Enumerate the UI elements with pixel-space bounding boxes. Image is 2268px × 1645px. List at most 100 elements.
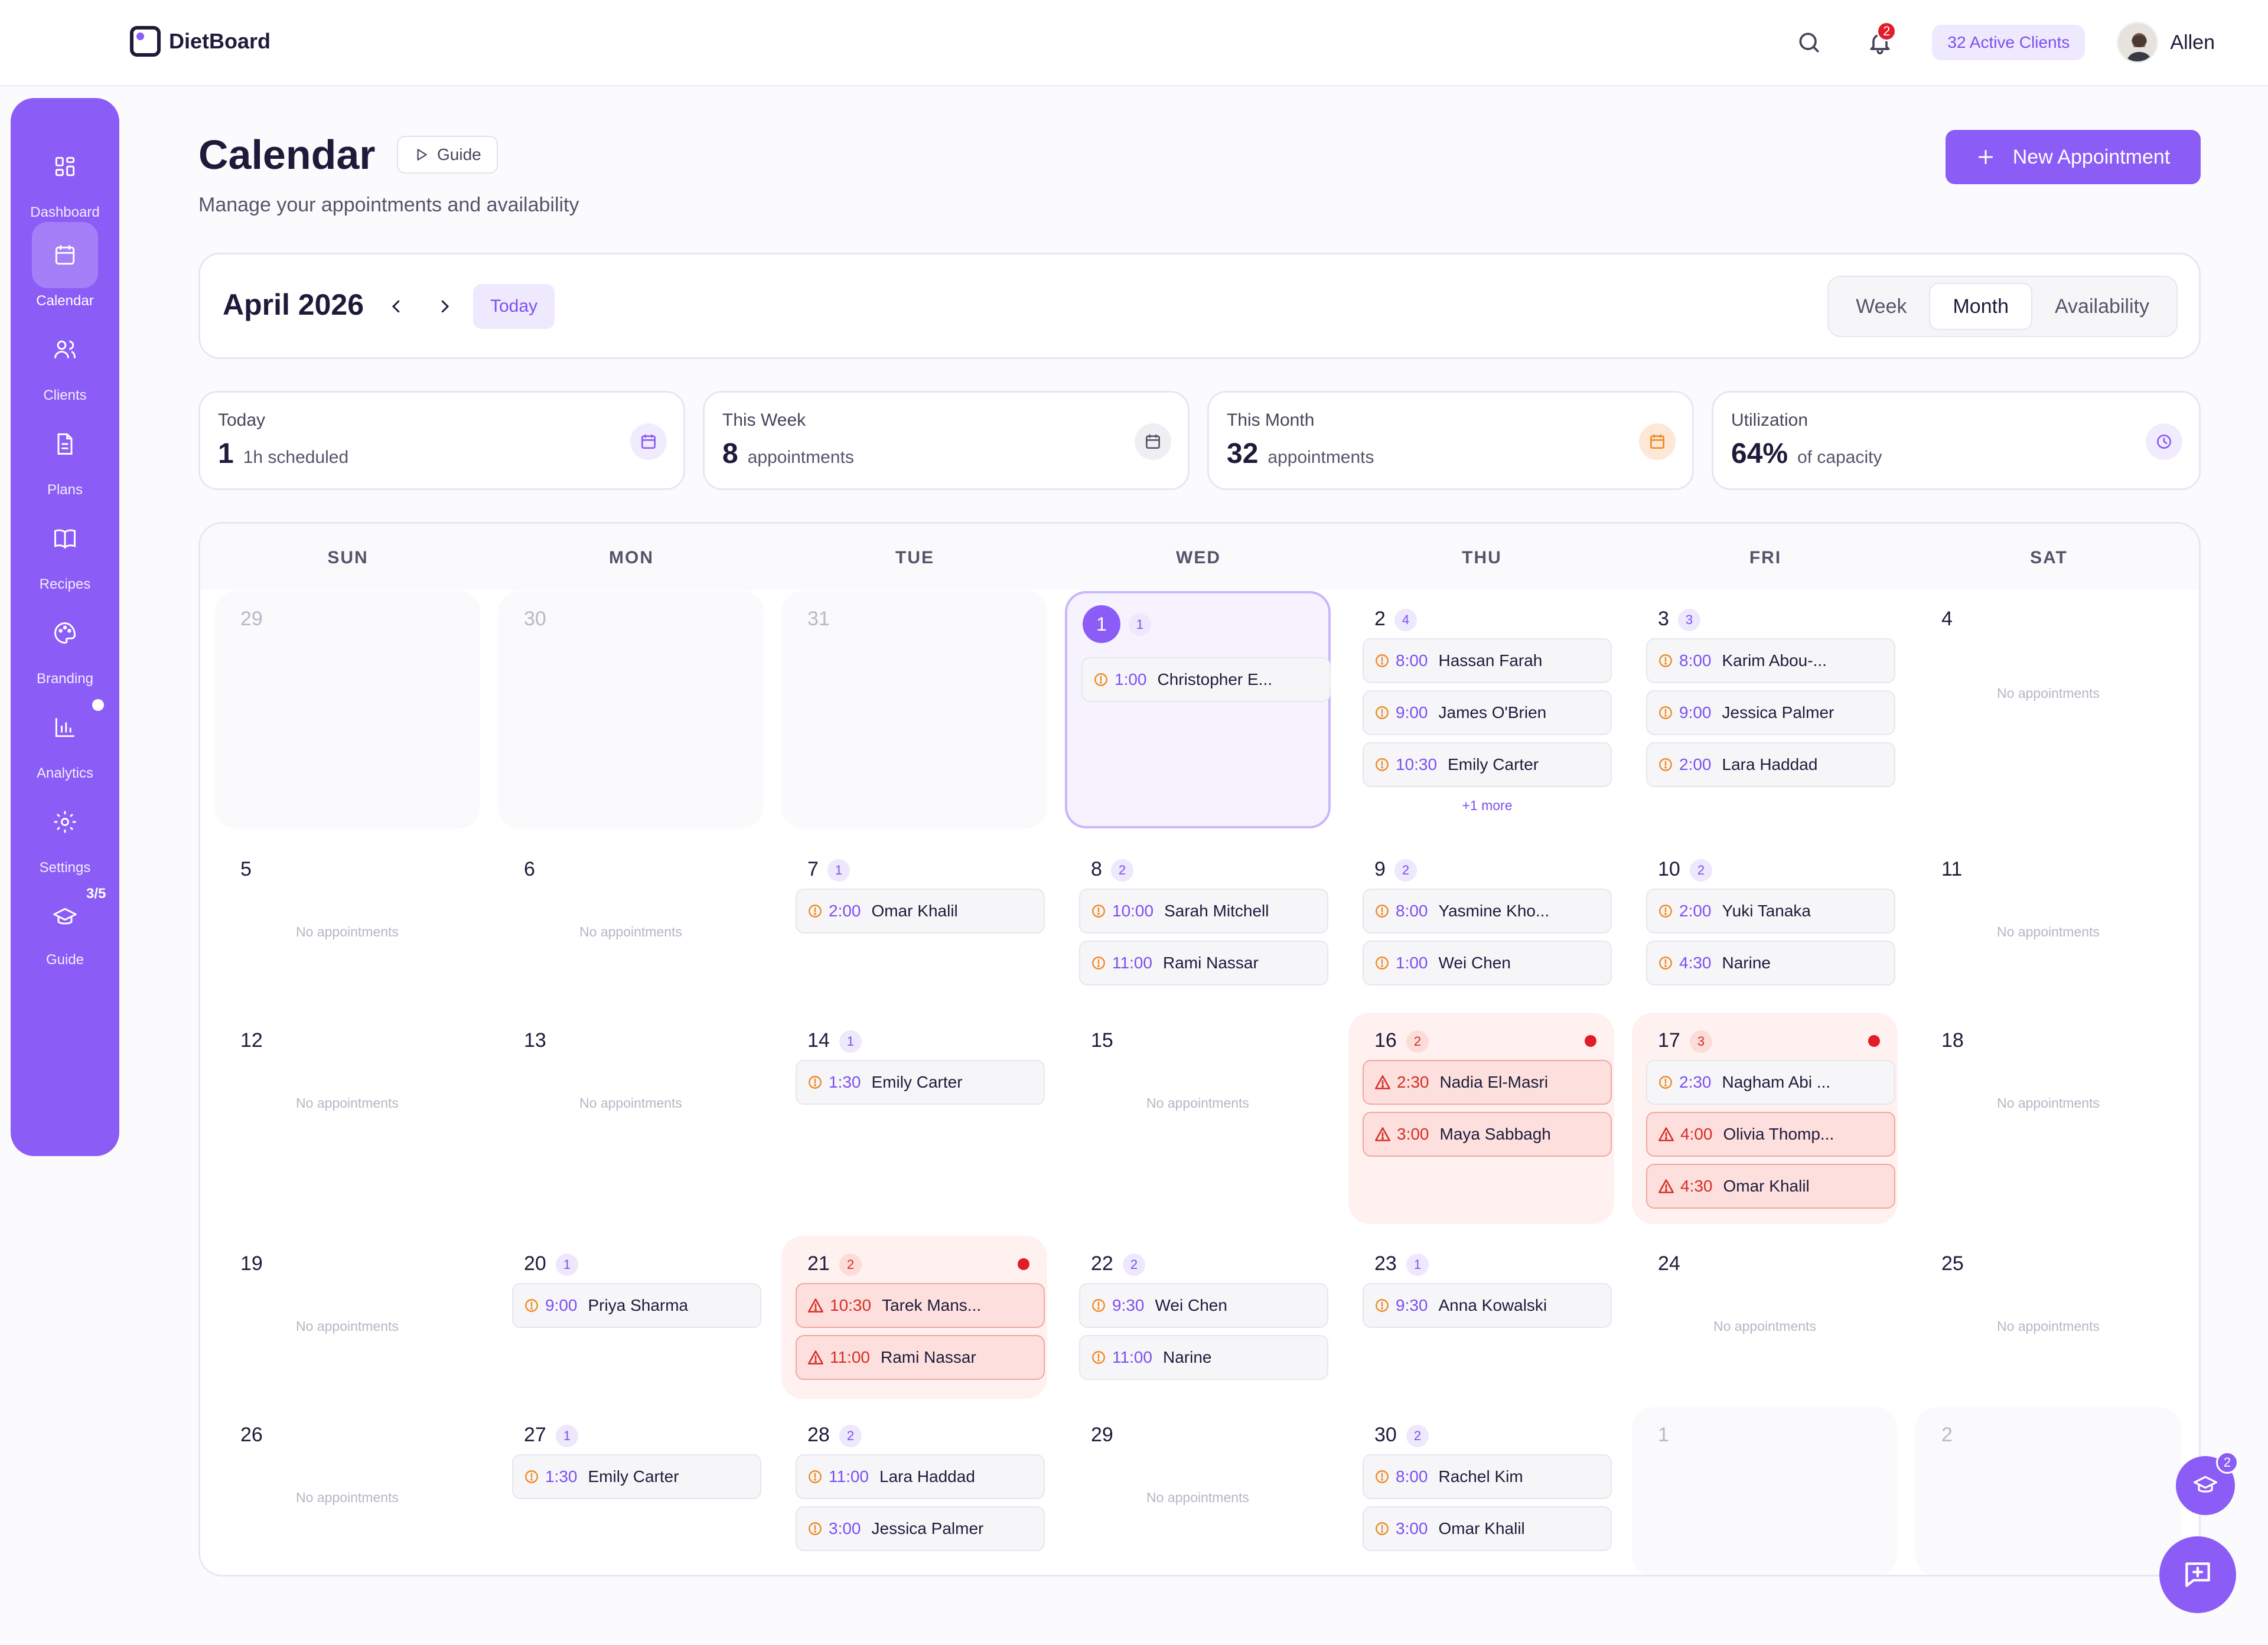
calendar-day-cell[interactable]: 21 2 10:30 Tarek Mans... 11:00 Rami Nassar [781,1236,1047,1399]
active-clients-badge[interactable]: 32 Active Clients [1932,25,2085,60]
calendar-day-cell[interactable]: 1 1 1:00 Christopher E... [1065,591,1331,828]
appointment-chip[interactable]: 3:00 Maya Sabbagh [1363,1112,1612,1157]
calendar-day-cell[interactable]: 9 2 8:00 Yasmine Kho... 1:00 Wei Chen [1348,841,1614,1004]
calendar-day-cell[interactable]: 20 1 9:00 Priya Sharma [498,1236,764,1399]
calendar-day-cell[interactable]: 19 No appointments [214,1236,480,1399]
appointment-chip[interactable]: 10:30 Emily Carter [1363,742,1612,787]
sidebar-item-calendar[interactable]: Calendar [11,222,119,309]
calendar-day-cell[interactable]: 6 No appointments [498,841,764,1004]
calendar-day-cell[interactable]: 3 3 8:00 Karim Abou-... 9:00 Jessica Palmer 2:… [1632,591,1898,828]
appointment-chip[interactable]: 4:00 Olivia Thomp... [1646,1112,1895,1157]
sidebar-item-settings[interactable]: Settings [11,789,119,876]
appointment-chip[interactable]: 9:00 James O'Brien [1363,690,1612,735]
appointment-chip[interactable]: 1:30 Emily Carter [796,1060,1045,1105]
calendar-day-cell[interactable]: 17 3 2:30 Nagham Abi ... 4:00 Olivia Thomp...… [1632,1013,1898,1224]
calendar-day-cell[interactable]: 7 1 2:00 Omar Khalil [781,841,1047,1004]
calendar-day-cell[interactable]: 25 No appointments [1915,1236,2181,1399]
appointment-chip[interactable]: 10:30 Tarek Mans... [796,1283,1045,1328]
calendar-day-cell[interactable]: 28 2 11:00 Lara Haddad 3:00 Jessica Palmer [781,1407,1047,1575]
calendar-icon [32,222,98,288]
appointment-chip[interactable]: 3:00 Jessica Palmer [796,1506,1045,1551]
appointment-chip[interactable]: 2:00 Lara Haddad [1646,742,1895,787]
calendar-day-cell[interactable]: 23 1 9:30 Anna Kowalski [1348,1236,1614,1399]
view-availability-button[interactable]: Availability [2032,283,2172,330]
calendar-day-cell[interactable]: 14 1 1:30 Emily Carter [781,1013,1047,1224]
appointment-chip[interactable]: 10:00 Sarah Mitchell [1079,889,1328,934]
appointment-chip[interactable]: 1:00 Wei Chen [1363,941,1612,985]
calendar-day-cell[interactable]: 30 2 8:00 Rachel Kim 3:00 Omar Khalil [1348,1407,1614,1575]
appointment-chip[interactable]: 11:00 Lara Haddad [796,1454,1045,1499]
sidebar-item-plans[interactable]: Plans [11,411,119,498]
sidebar-item-branding[interactable]: Branding [11,600,119,687]
appointment-chip[interactable]: 9:30 Anna Kowalski [1363,1283,1612,1328]
appointment-chip[interactable]: 1:00 Christopher E... [1081,657,1331,702]
today-button[interactable]: Today [473,284,555,329]
calendar-day-cell[interactable]: 18 No appointments [1915,1013,2181,1224]
appointment-chip[interactable]: 3:00 Omar Khalil [1363,1506,1612,1551]
appointment-chip[interactable]: 9:00 Jessica Palmer [1646,690,1895,735]
appointment-chip[interactable]: 8:00 Karim Abou-... [1646,638,1895,683]
guide-button[interactable]: Guide [397,136,498,174]
calendar-day-cell[interactable]: 31 [781,591,1047,828]
new-appointment-button[interactable]: New Appointment [1946,130,2201,184]
appointment-chip[interactable]: 4:30 Omar Khalil [1646,1164,1895,1209]
appointment-chip[interactable]: 8:00 Yasmine Kho... [1363,889,1612,934]
chevron-left-icon[interactable] [379,289,414,324]
app-logo[interactable]: DietBoard [130,26,271,57]
pending-clock-icon [1374,1521,1390,1536]
calendar-day-cell[interactable]: 12 No appointments [214,1013,480,1224]
calendar-day-cell[interactable]: 8 2 10:00 Sarah Mitchell 11:00 Rami Nassar [1065,841,1331,1004]
appointment-chip[interactable]: 11:00 Rami Nassar [796,1335,1045,1380]
appointment-chip[interactable]: 11:00 Narine [1079,1335,1328,1380]
calendar-day-cell[interactable]: 11 No appointments [1915,841,2181,1004]
sidebar-item-label: Clients [43,387,87,403]
sidebar-item-clients[interactable]: Clients [11,316,119,404]
bell-icon[interactable]: 2 [1862,21,1898,60]
search-icon[interactable] [1791,25,1827,60]
calendar-day-cell[interactable]: 4 No appointments [1915,591,2181,828]
no-appointments-text: No appointments [1997,924,2100,939]
sidebar-item-dashboard[interactable]: Dashboard [11,133,119,221]
calendar-day-cell[interactable]: 2 [1915,1407,2181,1575]
appointment-client: James O'Brien [1438,703,1547,722]
appointment-chip[interactable]: 8:00 Hassan Farah [1363,638,1612,683]
sidebar-item-analytics[interactable]: Analytics [11,694,119,782]
calendar-day-cell[interactable]: 1 [1632,1407,1898,1575]
calendar-day-cell[interactable]: 15 No appointments [1065,1013,1331,1224]
calendar-day-cell[interactable]: 29 No appointments [1065,1407,1331,1575]
appointment-chip[interactable]: 9:30 Wei Chen [1079,1283,1328,1328]
appointment-chip[interactable]: 1:30 Emily Carter [512,1454,761,1499]
avatar[interactable] [2117,22,2159,63]
calendar-day-cell[interactable]: 16 2 2:30 Nadia El-Masri 3:00 Maya Sabbagh [1348,1013,1614,1224]
calendar-day-cell[interactable]: 30 [498,591,764,828]
calendar-day-cell[interactable]: 10 2 2:00 Yuki Tanaka 4:30 Narine [1632,841,1898,1004]
calendar-day-cell[interactable]: 26 No appointments [214,1407,480,1575]
sidebar-item-guide[interactable]: Guide [11,888,119,968]
chevron-right-icon[interactable] [427,289,462,324]
calendar-day-cell[interactable]: 13 No appointments [498,1013,764,1224]
appointment-chip[interactable]: 2:30 Nadia El-Masri [1363,1060,1612,1105]
guide-fab[interactable]: 2 [2176,1451,2238,1515]
calendar-day-cell[interactable]: 5 No appointments [214,841,480,1004]
view-month-button[interactable]: Month [1929,283,2032,330]
appointment-chip[interactable]: 2:00 Omar Khalil [796,889,1045,934]
appointment-time: 2:30 [1397,1073,1429,1091]
appointment-chip[interactable]: 2:30 Nagham Abi ... [1646,1060,1895,1105]
appointment-chip[interactable]: 2:00 Yuki Tanaka [1646,889,1895,934]
calendar-day-cell[interactable]: 29 [214,591,480,828]
calendar-day-cell[interactable]: 2 4 8:00 Hassan Farah 9:00 James O'Brien 10:30… [1348,591,1614,828]
chat-fab[interactable] [2159,1536,2236,1613]
appointment-chip[interactable]: 4:30 Narine [1646,941,1895,985]
palette-icon [32,600,98,666]
user-name[interactable]: Allen [2170,31,2215,54]
appointment-chip[interactable]: 9:00 Priya Sharma [512,1283,761,1328]
calendar-day-cell[interactable]: 27 1 1:30 Emily Carter [498,1407,764,1575]
sidebar-item-recipes[interactable]: Recipes [11,505,119,593]
appointment-chip[interactable]: 11:00 Rami Nassar [1079,941,1328,985]
weekday-label: MON [609,548,654,567]
calendar-day-cell[interactable]: 22 2 9:30 Wei Chen 11:00 Narine [1065,1236,1331,1399]
more-appointments-link[interactable]: +1 more [1348,798,1626,814]
calendar-day-cell[interactable]: 24 No appointments [1632,1236,1898,1399]
appointment-chip[interactable]: 8:00 Rachel Kim [1363,1454,1612,1499]
view-week-button[interactable]: Week [1833,283,1929,330]
